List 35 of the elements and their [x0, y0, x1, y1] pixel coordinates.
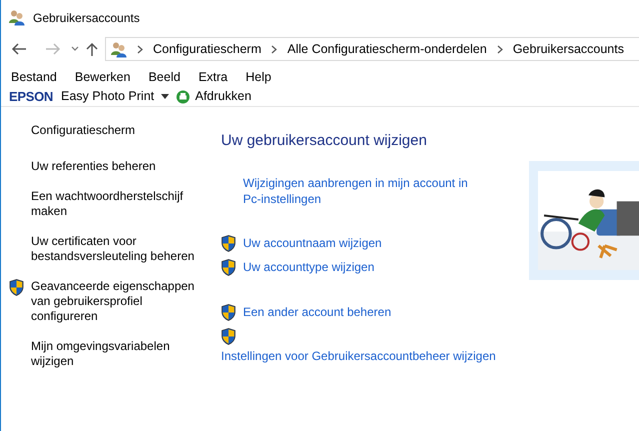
- print-button[interactable]: Afdrukken: [176, 87, 252, 106]
- sidebar-link[interactable]: Een wachtwoordherstelschijf maken: [31, 189, 196, 219]
- sidebar-link[interactable]: Configuratiescherm: [1, 123, 198, 138]
- chevron-icon: [137, 44, 143, 54]
- task-link[interactable]: Wijzigingen aanbrengen in mijn account in Pc-instellingen: [243, 174, 483, 206]
- users-icon: [8, 9, 25, 26]
- sidebar-link[interactable]: Uw referenties beheren: [31, 159, 196, 174]
- menu-item[interactable]: Bestand: [11, 68, 57, 87]
- address-bar[interactable]: Configuratiescherm Alle Configuratiescherm-onderdelen Gebruikersaccounts: [105, 37, 639, 61]
- task-link[interactable]: Een ander account beheren: [243, 304, 483, 320]
- sidebar-link[interactable]: Uw certificaten voor bestandsversleuteling beheren: [31, 234, 196, 264]
- menu-item[interactable]: Bewerken: [74, 68, 130, 87]
- page-heading: Uw gebruikersaccount wijzigen: [221, 131, 428, 151]
- app-name[interactable]: Easy Photo Print: [61, 87, 154, 106]
- breadcrumb-item[interactable]: Configuratiescherm: [153, 40, 262, 58]
- task-link[interactable]: Instellingen voor Gebruikersaccountbeheer wijzigen: [221, 348, 506, 364]
- task-link[interactable]: Uw accountnaam wijzigen: [243, 234, 483, 250]
- breadcrumb-item[interactable]: Alle Configuratiescherm-onderdelen: [287, 40, 487, 58]
- brand-logo: EPSON: [9, 88, 54, 106]
- dropdown-icon[interactable]: [71, 46, 79, 52]
- menu-item[interactable]: Help: [246, 68, 272, 87]
- chevron-icon: [271, 44, 278, 54]
- task-link[interactable]: Uw accounttype wijzigen: [243, 258, 483, 274]
- back-icon[interactable]: [11, 42, 27, 56]
- caret-icon[interactable]: [161, 94, 170, 99]
- menu-item[interactable]: Extra: [198, 68, 228, 87]
- users-icon: [110, 40, 127, 58]
- sidebar-link[interactable]: Geavanceerde eigenschappen van gebruikersprofiel configureren: [31, 279, 196, 324]
- breadcrumb-item[interactable]: Gebruikersaccounts: [512, 40, 624, 58]
- printer-icon: [176, 90, 190, 104]
- window-title: Gebruikersaccounts: [33, 10, 140, 26]
- up-icon[interactable]: [85, 42, 99, 56]
- chevron-icon: [496, 44, 503, 54]
- sidebar-link[interactable]: Mijn omgevingsvariabelen wijzigen: [31, 339, 196, 369]
- menu-item[interactable]: Beeld: [148, 68, 180, 87]
